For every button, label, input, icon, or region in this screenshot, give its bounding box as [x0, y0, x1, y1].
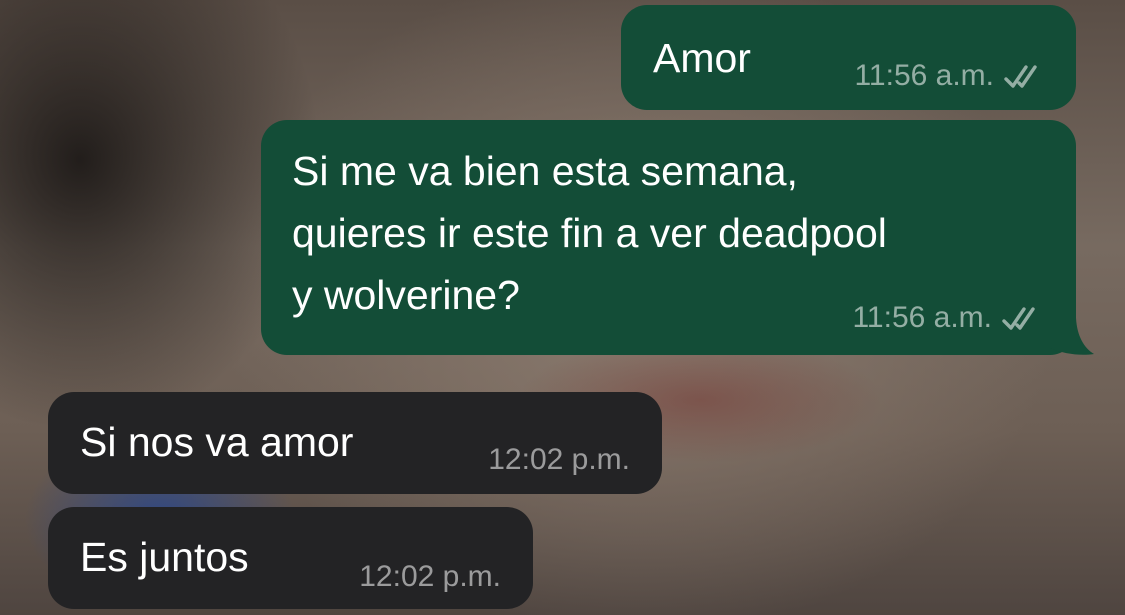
message-meta: 11:56 a.m. — [852, 303, 1046, 333]
message-bubble-outgoing[interactable]: Si me va bien esta semana, quieres ir es… — [261, 120, 1076, 355]
double-check-icon — [1002, 307, 1035, 330]
message-text: Amor — [653, 35, 751, 81]
double-check-icon — [1004, 65, 1037, 88]
message-meta: 11:56 a.m. — [854, 61, 1048, 91]
message-time: 11:56 a.m. — [852, 301, 992, 334]
bubble-tail — [1050, 318, 1094, 355]
message-bubble-incoming[interactable]: Si nos va amor 12:02 p.m. — [48, 392, 662, 494]
message-bubble-incoming[interactable]: Es juntos 12:02 p.m. — [48, 507, 533, 609]
message-time: 12:02 p.m. — [488, 443, 630, 476]
message-text: Es juntos — [80, 534, 249, 580]
message-time: 11:56 a.m. — [854, 59, 994, 92]
message-time: 12:02 p.m. — [359, 560, 501, 593]
message-text: Si me va bien esta semana, quieres ir es… — [292, 148, 887, 318]
message-meta: 12:02 p.m. — [488, 445, 630, 475]
message-meta: 12:02 p.m. — [359, 562, 501, 592]
message-bubble-outgoing[interactable]: Amor 11:56 a.m. — [621, 5, 1076, 110]
message-text: Si nos va amor — [80, 419, 354, 465]
